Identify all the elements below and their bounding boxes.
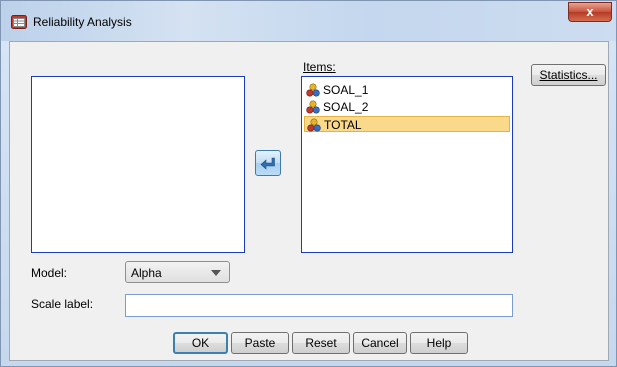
items-label: Items: <box>303 60 336 74</box>
list-item-selected[interactable]: TOTAL <box>304 116 510 132</box>
ok-button[interactable]: OK <box>173 332 228 354</box>
reliability-analysis-dialog: Reliability Analysis x Items: SOAL_1 SOA… <box>0 0 617 367</box>
reset-button[interactable]: Reset <box>292 332 350 354</box>
scale-variable-icon <box>306 83 320 97</box>
help-button-label: Help <box>426 336 452 350</box>
cancel-button[interactable]: Cancel <box>353 332 407 354</box>
items-list[interactable]: SOAL_1 SOAL_2 TOTAL <box>301 76 513 253</box>
dialog-body: Items: SOAL_1 SOAL_2 TOTAL Statistics...… <box>9 41 609 361</box>
close-button[interactable]: x <box>568 2 612 22</box>
statistics-button[interactable]: Statistics... <box>531 64 606 86</box>
reset-button-label: Reset <box>305 336 337 350</box>
chevron-down-icon <box>211 270 221 276</box>
scale-label-label: Scale label: <box>31 297 94 311</box>
list-item[interactable]: SOAL_2 <box>304 99 510 115</box>
ok-button-label: OK <box>191 336 210 350</box>
help-button[interactable]: Help <box>410 332 468 354</box>
move-variable-button[interactable] <box>255 150 281 176</box>
model-select-value: Alpha <box>131 266 162 280</box>
close-icon: x <box>586 4 594 19</box>
model-label: Model: <box>31 266 68 280</box>
title-bar[interactable]: Reliability Analysis x <box>1 1 616 41</box>
scale-variable-icon <box>306 100 320 114</box>
source-variable-list[interactable] <box>31 76 245 253</box>
item-name: SOAL_2 <box>323 100 369 114</box>
paste-button[interactable]: Paste <box>231 332 289 354</box>
scale-label-input[interactable] <box>125 294 513 317</box>
list-item[interactable]: SOAL_1 <box>304 82 510 98</box>
paste-button-label: Paste <box>244 336 276 350</box>
window-title: Reliability Analysis <box>33 15 132 29</box>
model-select[interactable]: Alpha <box>125 261 230 283</box>
arrow-left-icon <box>260 157 275 170</box>
item-name: SOAL_1 <box>323 83 369 97</box>
scale-variable-icon <box>307 118 321 132</box>
app-icon <box>11 15 27 29</box>
item-name: TOTAL <box>324 118 362 132</box>
cancel-button-label: Cancel <box>361 336 399 350</box>
statistics-button-label: Statistics... <box>539 68 598 82</box>
